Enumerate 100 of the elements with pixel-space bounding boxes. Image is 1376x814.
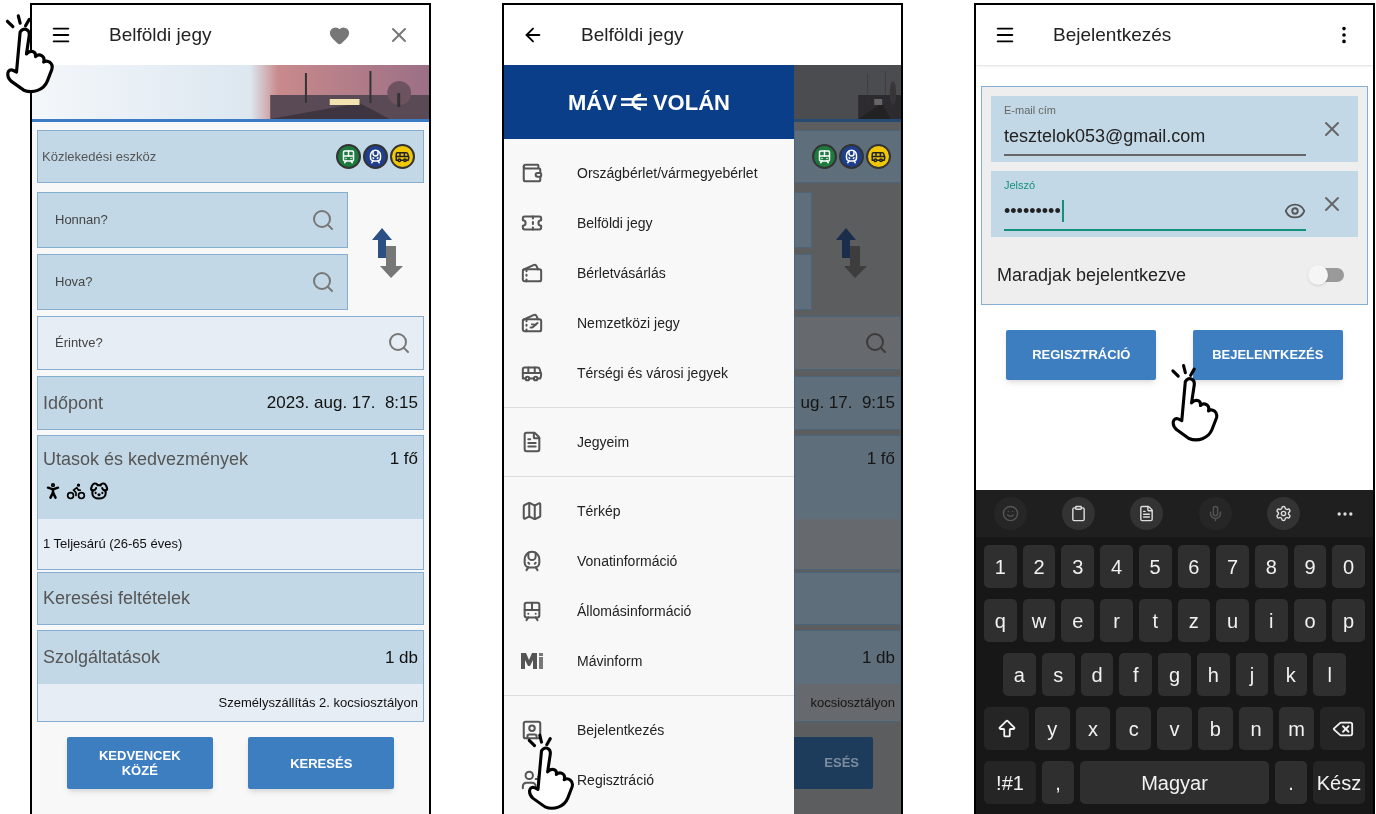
keyboard-key[interactable]: u [1216,599,1249,642]
tram-icon[interactable] [812,144,837,169]
keyboard-key[interactable]: d [1080,653,1114,696]
note-icon[interactable] [1130,497,1164,530]
symbols-key[interactable]: !#1 [984,761,1036,804]
shift-key[interactable] [984,707,1029,750]
via-field[interactable]: Érintve? [37,316,424,370]
location-field[interactable]: Honnan? [37,192,348,248]
keyboard-key[interactable]: m [1279,707,1315,750]
location-field[interactable]: Hova? [37,254,348,310]
keyboard-key[interactable]: f [1119,653,1153,696]
settings-icon[interactable] [1266,497,1300,530]
menu-item[interactable]: Bejelentkezés [504,705,794,755]
keyboard-key[interactable]: j [1235,653,1269,696]
input-field[interactable]: E-mail cím tesztelok053@gmail.com [991,96,1358,162]
services-panel[interactable]: Szolgáltatások 1 db Személyszállítás 2. kocsiosztályon [37,630,424,722]
keyboard-key[interactable]: t [1138,599,1172,642]
search-button[interactable]: KERESÉS [248,737,395,789]
keyboard-key[interactable]: i [1254,599,1288,642]
service-detail: Személyszállítás 2. kocsiosztályon [218,693,418,712]
login-button[interactable]: BEJELENTKEZÉS [1192,330,1343,380]
swap-arrows-icon[interactable] [372,228,404,278]
bus-icon[interactable] [390,144,415,169]
keyboard-key[interactable]: v [1157,707,1192,750]
row-value: 1 db [861,646,895,669]
keyboard-key[interactable]: y [1035,707,1070,750]
field-label: E-mail cím [1004,103,1057,119]
keyboard-key[interactable]: q [984,599,1017,642]
keyboard-key[interactable]: . [1275,761,1307,804]
keyboard-key[interactable]: 5 [1138,545,1172,588]
menu-item[interactable]: Vonatinformáció [504,536,794,586]
keyboard-key[interactable]: z [1177,599,1211,642]
text-cursor [1061,200,1064,223]
location-field [794,192,812,248]
keyboard-key[interactable]: a [1003,653,1036,696]
criteria-row[interactable]: Keresési feltételek [37,572,424,625]
menu-item[interactable]: Jegyeim [504,417,794,467]
search-icon[interactable] [311,270,335,294]
favorite-button[interactable]: KEDVENCEK KÖZÉ [66,737,213,789]
keyboard-key[interactable]: w [1022,599,1056,642]
ticket-plane-icon [521,312,543,334]
keyboard-key[interactable]: h [1196,653,1230,696]
menu-item[interactable]: Belföldi jegy [504,198,794,248]
tickets-icon [521,262,543,284]
keyboard-key[interactable]: o [1293,599,1327,642]
keyboard-key[interactable]: x [1075,707,1111,750]
keyboard-key[interactable]: e [1061,599,1095,642]
keyboard-key[interactable]: b [1197,707,1233,750]
menu-item[interactable]: Térségi és városi jegyek [504,348,794,398]
dog-icon [89,481,109,501]
keyboard-key[interactable]: 8 [1254,545,1288,588]
keyboard-key[interactable]: 4 [1100,545,1133,588]
clipboard-icon[interactable] [1062,497,1096,530]
train-icon[interactable] [839,144,864,169]
logo-icon [620,93,649,111]
keyboard-key[interactable]: s [1041,653,1075,696]
keyboard-key[interactable]: 6 [1177,545,1211,588]
keyboard-key[interactable]: g [1158,653,1191,696]
transport-selector[interactable]: Közlekedési eszköz [37,130,424,183]
train-icon[interactable] [363,144,388,169]
keyboard-key[interactable]: 3 [1061,545,1095,588]
keyboard-key[interactable]: n [1238,707,1274,750]
keyboard-key[interactable]: k [1274,653,1308,696]
menu-item[interactable]: Bérletvásárlás [504,248,794,298]
menu-item[interactable]: Állomásinformáció [504,586,794,636]
keyboard-key[interactable]: , [1042,761,1074,804]
keyboard-key[interactable]: 1 [984,545,1017,588]
keyboard-key[interactable]: r [1100,599,1133,642]
toggle-switch[interactable] [1310,268,1344,282]
register-button[interactable]: REGISZTRÁCIÓ [1006,330,1157,380]
keyboard-key[interactable]: 9 [1293,545,1327,588]
time-row[interactable]: Időpont 2023. aug. 17. 8:15 [37,376,424,430]
bus-icon[interactable] [866,144,891,169]
keyboard-key[interactable]: c [1116,707,1152,750]
menu-item[interactable]: Országbérlet/vármegyebérlet [504,148,794,198]
space-bar[interactable]: Magyar [1080,761,1269,804]
passenger-detail: 1 Teljesárú (26-65 éves) [43,535,183,554]
menu-item[interactable]: Mávinform [504,636,794,686]
backspace-key[interactable] [1320,707,1366,750]
menu-item[interactable]: Nemzetközi jegy [504,298,794,348]
search-icon[interactable] [311,208,335,232]
keyboard-key[interactable]: 0 [1332,545,1366,588]
row-value: ug. 17. 9:15 [800,392,895,415]
tram-icon [521,600,543,622]
row-value: 2023. aug. 17. 8:15 [266,392,418,415]
search-icon[interactable] [387,331,411,355]
done-key[interactable]: Kész [1313,761,1365,804]
tram-icon[interactable] [336,144,361,169]
keyboard-key[interactable]: 2 [1022,545,1056,588]
menu-item[interactable]: Térkép [504,486,794,536]
row-value: 1 fő [866,448,895,470]
keyboard-key[interactable]: 7 [1216,545,1249,588]
placeholder-text: Érintve? [55,334,103,353]
keyboard-key[interactable]: l [1313,653,1347,696]
map-icon [521,500,543,522]
row-value: 1 fő [389,448,418,470]
input-field[interactable]: Jelszó ••••••••• [991,171,1358,237]
search-icon [864,331,888,355]
keyboard-key[interactable]: p [1332,599,1366,642]
passengers-panel[interactable]: Utasok és kedvezmények 1 fő 1 Teljesárú (26-65 éves) [37,435,424,570]
